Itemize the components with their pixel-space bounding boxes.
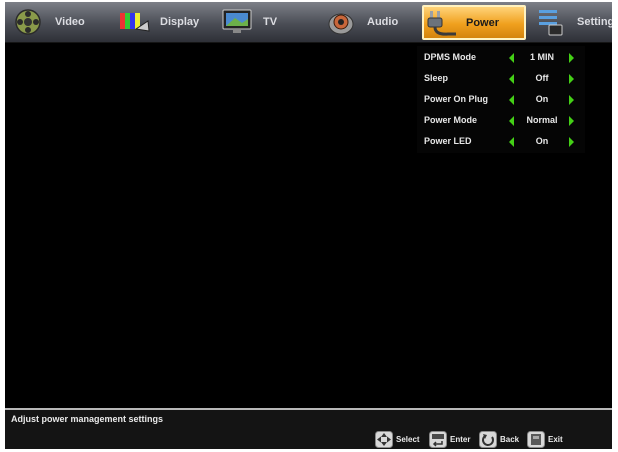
tv-monitor-icon xyxy=(222,9,252,33)
tab-label: TV xyxy=(263,16,278,28)
increase-arrow-icon[interactable] xyxy=(569,95,574,105)
setting-row-sleep[interactable]: Sleep Off xyxy=(417,69,585,89)
setting-row-dpms-mode[interactable]: DPMS Mode 1 MIN xyxy=(417,48,585,68)
hint-enter: Enter xyxy=(429,429,470,449)
help-bar: Adjust power management settings Select … xyxy=(5,408,612,449)
decrease-arrow-icon[interactable] xyxy=(509,74,514,84)
film-reel-icon xyxy=(15,9,41,35)
tab-display[interactable]: Display xyxy=(118,2,199,42)
hint-select: Select xyxy=(375,429,420,449)
hint-label: Exit xyxy=(548,434,563,444)
tab-label: Power xyxy=(466,16,500,29)
setting-value: On xyxy=(535,94,549,104)
tab-tv[interactable]: TV xyxy=(221,2,277,42)
color-bars-icon xyxy=(120,13,150,32)
tab-audio[interactable]: Audio xyxy=(325,2,398,42)
hint-back: Back xyxy=(479,429,519,449)
setting-row-power-led[interactable]: Power LED On xyxy=(417,132,585,152)
enter-key-icon xyxy=(429,430,447,448)
exit-icon xyxy=(527,430,545,448)
setting-value: On xyxy=(535,136,549,146)
setting-value: Normal xyxy=(526,115,558,125)
menu-tab-bar: Video Display TV Audio Power Setting xyxy=(5,2,612,43)
setting-label: DPMS Mode xyxy=(424,52,477,62)
decrease-arrow-icon[interactable] xyxy=(509,53,514,63)
tab-label: Video xyxy=(55,16,85,28)
setting-label: Power On Plug xyxy=(424,94,489,104)
setting-value: 1 MIN xyxy=(529,52,554,62)
tab-label: Audio xyxy=(367,16,399,28)
increase-arrow-icon[interactable] xyxy=(569,137,574,147)
hint-label: Select xyxy=(396,434,420,444)
tab-settings[interactable]: Settings xyxy=(535,2,612,42)
back-arrow-icon xyxy=(479,430,497,448)
setting-row-power-on-plug[interactable]: Power On Plug On xyxy=(417,90,585,110)
dpad-icon xyxy=(375,430,393,448)
speaker-icon xyxy=(328,13,354,35)
setting-label: Power LED xyxy=(424,136,472,146)
decrease-arrow-icon[interactable] xyxy=(509,137,514,147)
increase-arrow-icon[interactable] xyxy=(569,53,574,63)
setting-label: Sleep xyxy=(424,73,449,83)
osd-screen: Video Display TV Audio Power Setting DPM… xyxy=(5,2,612,449)
increase-arrow-icon[interactable] xyxy=(569,74,574,84)
setting-row-power-mode[interactable]: Power Mode Normal xyxy=(417,111,585,131)
setting-label: Power Mode xyxy=(424,115,478,125)
hint-label: Enter xyxy=(450,434,471,444)
setting-value: Off xyxy=(535,73,549,83)
tab-label: Display xyxy=(160,16,200,28)
hint-label: Back xyxy=(500,434,520,444)
help-text: Adjust power management settings xyxy=(11,414,164,424)
power-plug-icon xyxy=(427,10,456,36)
tab-video[interactable]: Video xyxy=(13,2,85,42)
hint-exit: Exit xyxy=(527,429,563,449)
tab-label: Settings xyxy=(577,16,612,28)
settings-list-icon xyxy=(539,10,563,36)
decrease-arrow-icon[interactable] xyxy=(509,95,514,105)
decrease-arrow-icon[interactable] xyxy=(509,116,514,126)
increase-arrow-icon[interactable] xyxy=(569,116,574,126)
power-settings-panel: DPMS Mode 1 MIN Sleep Off Power On Plug … xyxy=(417,46,585,153)
tab-power[interactable]: Power xyxy=(422,5,526,40)
